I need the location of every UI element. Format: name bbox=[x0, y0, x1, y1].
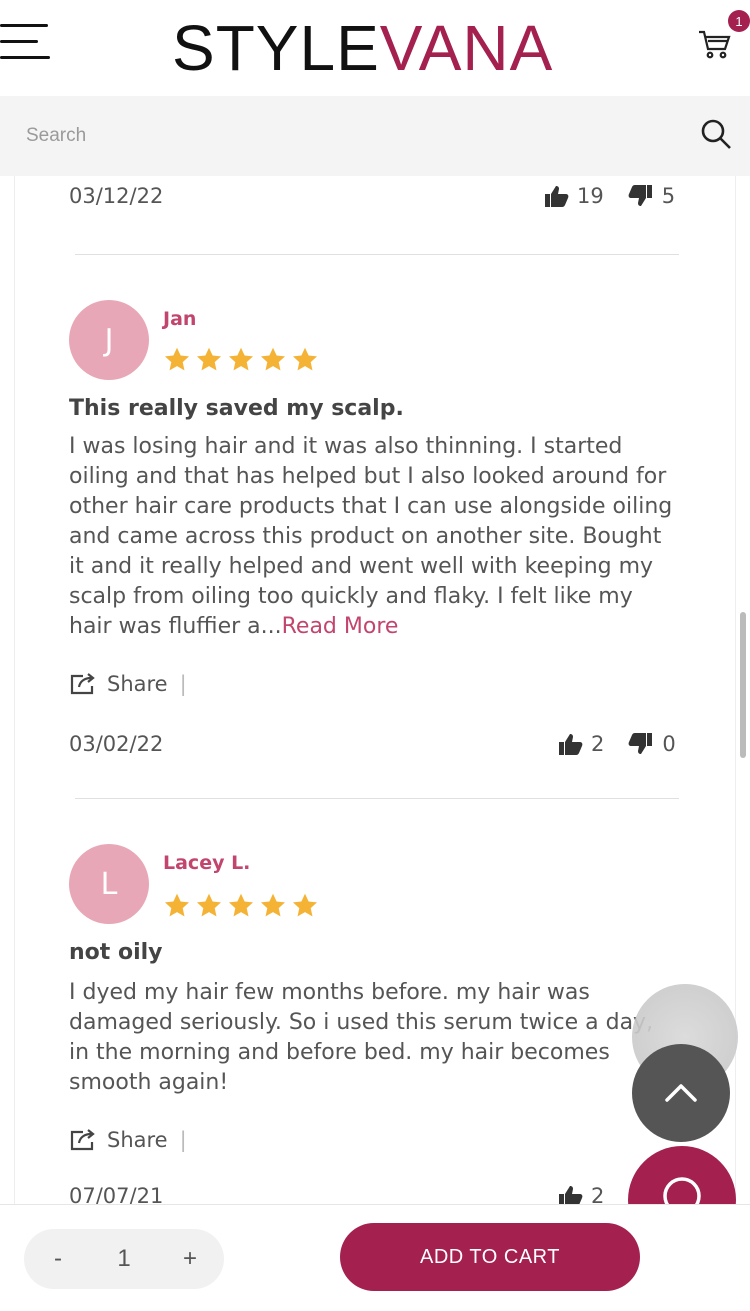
scrollbar[interactable] bbox=[740, 612, 746, 758]
review-date: 03/02/22 bbox=[69, 732, 164, 756]
share-separator: | bbox=[179, 1128, 187, 1152]
add-to-cart-button[interactable]: ADD TO CART bbox=[340, 1223, 640, 1291]
share-label: Share bbox=[107, 672, 168, 696]
top-header: STYLE VANA 1 bbox=[0, 0, 750, 96]
thumbs-down-icon[interactable] bbox=[628, 184, 654, 208]
star-icon bbox=[260, 893, 286, 917]
not-helpful-count: 5 bbox=[661, 184, 676, 208]
star-icon bbox=[228, 347, 254, 371]
share-button[interactable]: Share | bbox=[69, 1128, 187, 1152]
thumbs-down-icon[interactable] bbox=[628, 732, 654, 756]
review-title: This really saved my scalp. bbox=[69, 396, 404, 421]
star-icon bbox=[292, 347, 318, 371]
review-date: 07/07/21 bbox=[69, 1184, 164, 1206]
quantity-decrease-button[interactable]: - bbox=[46, 1245, 70, 1273]
logo-text-style: STYLE bbox=[172, 12, 380, 84]
logo-text-vana: VANA bbox=[379, 12, 554, 84]
thumbs-up-icon[interactable] bbox=[557, 732, 583, 756]
stylevana-logo[interactable]: STYLE VANA bbox=[172, 8, 553, 88]
helpful-count: 19 bbox=[577, 184, 604, 208]
star-icon bbox=[164, 893, 190, 917]
search-icon[interactable] bbox=[700, 118, 732, 150]
star-icon bbox=[260, 347, 286, 371]
avatar: J bbox=[69, 300, 149, 380]
reviewer-name: Lacey L. bbox=[163, 852, 251, 874]
search-input[interactable] bbox=[26, 120, 646, 152]
reviewer-name: Jan bbox=[163, 308, 197, 330]
review-text: I dyed my hair few months before. my hai… bbox=[69, 980, 654, 1095]
share-label: Share bbox=[107, 1128, 168, 1152]
thumbs-up-icon[interactable] bbox=[543, 184, 569, 208]
share-separator: | bbox=[179, 672, 187, 696]
star-icon bbox=[196, 893, 222, 917]
helpful-count: 2 bbox=[591, 732, 605, 756]
not-helpful-count: 0 bbox=[662, 732, 676, 756]
share-icon bbox=[70, 1129, 95, 1151]
star-rating bbox=[163, 892, 319, 920]
quantity-value[interactable]: 1 bbox=[117, 1245, 130, 1273]
helpful-votes: 2 bbox=[557, 1184, 604, 1206]
helpful-votes: 19 5 bbox=[543, 184, 675, 208]
review-date: 03/12/22 bbox=[69, 184, 164, 208]
star-rating bbox=[163, 346, 319, 374]
star-icon bbox=[164, 347, 190, 371]
search-bar bbox=[0, 96, 750, 176]
chevron-up-icon bbox=[665, 1084, 697, 1102]
quantity-increase-button[interactable]: + bbox=[178, 1245, 202, 1273]
bottom-purchase-bar: - 1 + ADD TO CART bbox=[0, 1204, 750, 1311]
cart-icon[interactable] bbox=[696, 26, 732, 62]
review-divider bbox=[75, 798, 679, 799]
quantity-stepper: - 1 + bbox=[24, 1229, 224, 1289]
review-body: I dyed my hair few months before. my hai… bbox=[69, 978, 679, 1098]
hamburger-menu-icon[interactable] bbox=[0, 22, 50, 62]
star-icon bbox=[292, 893, 318, 917]
review-text: I was losing hair and it was also thinni… bbox=[69, 434, 673, 639]
read-more-link[interactable]: Read More bbox=[282, 614, 399, 639]
helpful-count: 2 bbox=[591, 1184, 605, 1206]
helpful-votes: 2 0 bbox=[557, 732, 676, 756]
back-to-top-button[interactable] bbox=[632, 1044, 730, 1142]
cart-count-badge: 1 bbox=[728, 10, 750, 32]
review-title: not oily bbox=[69, 940, 163, 965]
review-divider bbox=[75, 254, 679, 255]
star-icon bbox=[228, 893, 254, 917]
share-icon bbox=[70, 673, 95, 695]
review-body: I was losing hair and it was also thinni… bbox=[69, 432, 679, 642]
avatar: L bbox=[69, 844, 149, 924]
thumbs-up-icon[interactable] bbox=[557, 1184, 583, 1206]
share-button[interactable]: Share | bbox=[69, 672, 187, 696]
star-icon bbox=[196, 347, 222, 371]
reviews-list: 03/12/22 19 5 J Jan This really saved my… bbox=[14, 176, 736, 1206]
